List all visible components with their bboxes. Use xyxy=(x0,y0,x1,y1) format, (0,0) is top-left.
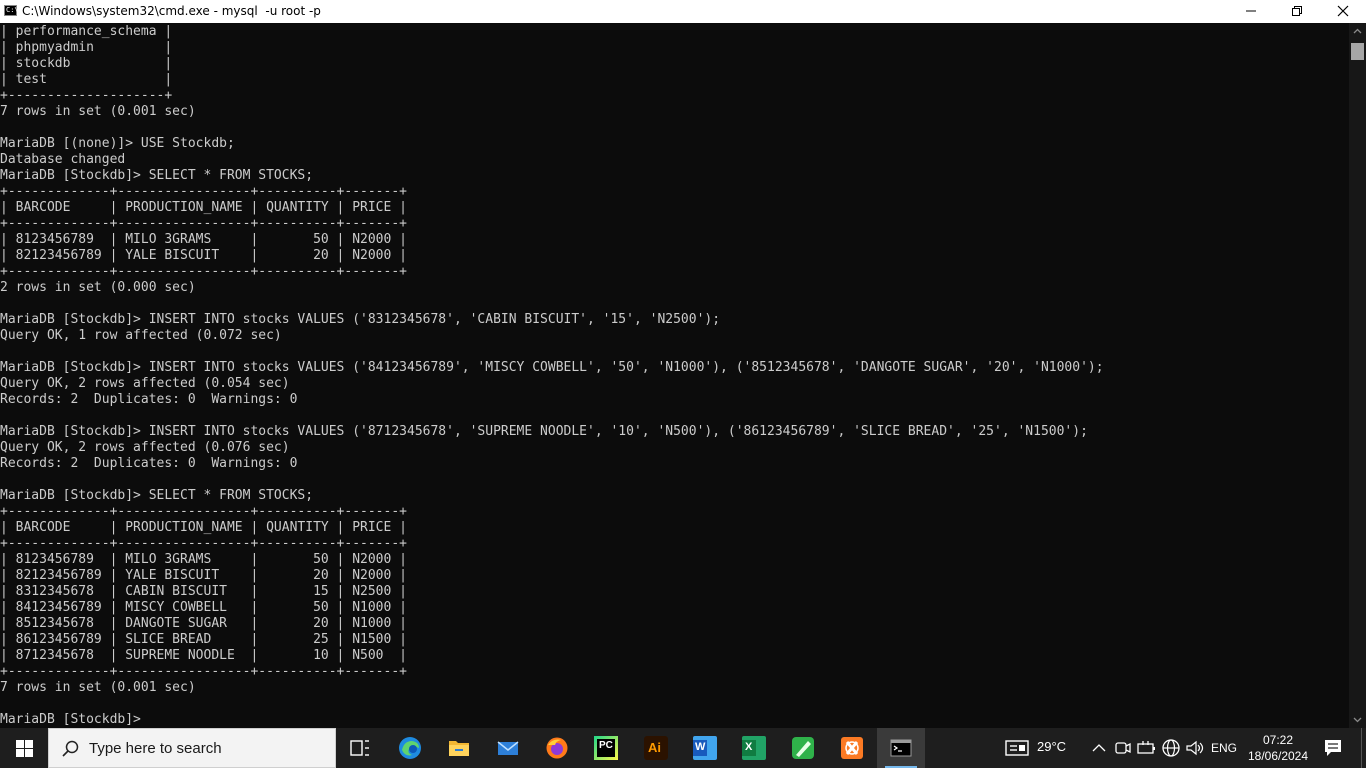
taskbar-app-xampp[interactable] xyxy=(828,728,876,768)
vertical-scrollbar[interactable] xyxy=(1349,23,1366,728)
clock-date: 18/06/2024 xyxy=(1247,749,1309,763)
minimize-button[interactable] xyxy=(1228,0,1274,23)
notification-center-button[interactable] xyxy=(1316,728,1350,768)
taskbar: Type here to search PC Ai W X 29°C ENG 0… xyxy=(0,728,1366,768)
tray-volume[interactable] xyxy=(1184,728,1206,768)
task-view-icon xyxy=(350,740,369,756)
taskbar-app-illustrator[interactable]: Ai xyxy=(632,728,680,768)
edge-icon xyxy=(399,737,421,759)
cmd-app-icon: C:\ xyxy=(4,5,19,16)
mail-icon xyxy=(497,741,519,755)
taskbar-search-box[interactable]: Type here to search xyxy=(48,728,336,768)
language-indicator: ENG xyxy=(1211,741,1238,755)
taskbar-app-mail[interactable] xyxy=(484,728,532,768)
task-view-button[interactable] xyxy=(336,728,384,768)
taskbar-app-word[interactable]: W xyxy=(681,728,729,768)
scroll-thumb[interactable] xyxy=(1351,43,1364,60)
taskbar-app-file-explorer[interactable] xyxy=(435,728,483,768)
taskbar-app-pycharm[interactable]: PC xyxy=(582,728,630,768)
start-button[interactable] xyxy=(0,728,48,768)
xampp-icon xyxy=(841,737,863,759)
weather-widget[interactable]: 29°C xyxy=(1000,728,1076,768)
console-area[interactable]: | performance_schema | | phpmyadmin | | … xyxy=(0,23,1349,728)
taskbar-app-cmd[interactable] xyxy=(877,728,925,768)
illustrator-icon: Ai xyxy=(644,736,668,760)
pycharm-icon: PC xyxy=(594,736,618,760)
console-output: | performance_schema | | phpmyadmin | | … xyxy=(0,24,1104,727)
taskbar-clock[interactable]: 07:22 18/06/2024 xyxy=(1240,732,1316,764)
close-button[interactable] xyxy=(1320,0,1366,23)
chevron-up-icon xyxy=(1353,28,1362,34)
weather-temperature: 29°C xyxy=(1037,739,1067,754)
window-title: C:\Windows\system32\cmd.exe - mysql -u r… xyxy=(22,4,321,18)
scroll-up-button[interactable] xyxy=(1349,23,1366,40)
tray-power[interactable] xyxy=(1136,728,1158,768)
chevron-up-icon xyxy=(1092,744,1106,752)
show-hidden-icons-button[interactable] xyxy=(1089,728,1109,768)
battery-plug-icon xyxy=(1137,741,1155,754)
firefox-icon xyxy=(546,737,568,759)
excel-icon: X xyxy=(742,736,766,760)
show-desktop-button[interactable] xyxy=(1361,728,1366,768)
windows-logo-icon xyxy=(16,740,33,757)
tray-network[interactable] xyxy=(1160,728,1182,768)
globe-icon xyxy=(1162,739,1180,757)
clock-time: 07:22 xyxy=(1262,733,1294,747)
notepad-pen-icon xyxy=(792,737,814,759)
tray-meet-now[interactable] xyxy=(1113,728,1133,768)
scroll-down-button[interactable] xyxy=(1349,711,1366,728)
weather-icon xyxy=(1005,740,1029,756)
word-icon: W xyxy=(693,736,717,760)
notification-icon xyxy=(1325,740,1341,756)
tray-language[interactable]: ENG xyxy=(1208,728,1240,768)
speaker-icon xyxy=(1186,740,1204,756)
restore-icon xyxy=(1292,6,1302,16)
maximize-button[interactable] xyxy=(1274,0,1320,23)
minimize-icon xyxy=(1246,10,1256,12)
search-placeholder: Type here to search xyxy=(89,740,222,757)
search-icon xyxy=(62,740,79,757)
taskbar-app-firefox[interactable] xyxy=(533,728,581,768)
webcam-icon xyxy=(1115,742,1131,754)
chevron-down-icon xyxy=(1353,717,1362,723)
taskbar-app-notepad-pen[interactable] xyxy=(779,728,827,768)
taskbar-app-edge[interactable] xyxy=(386,728,434,768)
cmd-icon xyxy=(890,739,912,757)
taskbar-app-excel[interactable]: X xyxy=(730,728,778,768)
file-explorer-icon xyxy=(449,741,469,756)
close-icon xyxy=(1337,5,1349,17)
title-bar[interactable]: C:\ C:\Windows\system32\cmd.exe - mysql … xyxy=(0,0,1366,23)
